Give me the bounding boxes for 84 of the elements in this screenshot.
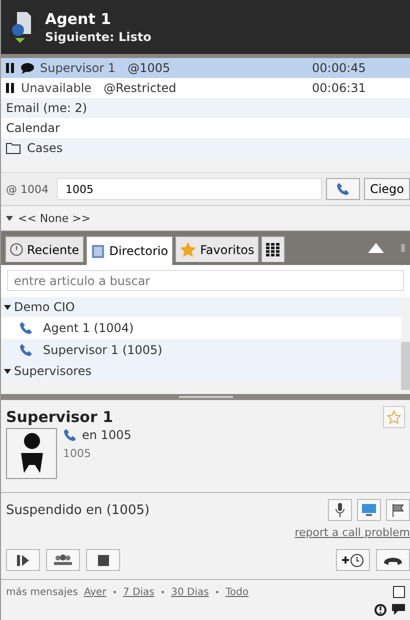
add-time-button[interactable] — [336, 549, 370, 571]
group-label: Demo CIO — [14, 300, 75, 314]
phone-icon — [19, 343, 33, 357]
resume-button[interactable] — [6, 549, 40, 571]
search-field[interactable]: entre articulo a buscar — [7, 270, 404, 291]
separator-dot: • — [160, 588, 166, 596]
session-row[interactable]: Unavailable @Restricted 00:06:31 — [1, 78, 410, 98]
checkbox[interactable] — [393, 586, 405, 598]
session-timer: 00:06:31 — [312, 81, 366, 95]
group-row[interactable]: Supervisores — [1, 361, 401, 381]
phone-icon — [336, 182, 350, 196]
report-problem-link[interactable]: report a call problem — [294, 526, 410, 539]
contact-name: Supervisor 1 — [6, 408, 113, 426]
session-row[interactable]: Email (me: 2) — [1, 98, 410, 118]
caret-icon — [4, 368, 11, 374]
play-icon — [17, 554, 29, 566]
contact-number: 1005 — [63, 447, 92, 460]
contact-row[interactable]: Agent 1 (1004) — [1, 317, 401, 339]
speech-bubble-icon[interactable] — [392, 604, 405, 615]
screen-button[interactable] — [357, 499, 381, 521]
hang-up-button[interactable] — [376, 549, 410, 571]
folder-icon — [6, 142, 21, 154]
history-link[interactable]: 30 Dias — [171, 586, 209, 598]
flag-icon — [392, 504, 404, 516]
flag-button[interactable] — [386, 499, 410, 521]
handset-icon — [384, 556, 402, 564]
transfer-field[interactable]: 1005 — [56, 178, 322, 200]
stop-button[interactable] — [86, 549, 120, 571]
separator-dot: • — [112, 588, 118, 596]
grip-icon[interactable] — [400, 243, 406, 253]
stop-icon — [98, 554, 108, 566]
scrollbar[interactable] — [401, 342, 410, 390]
phone-icon — [63, 428, 77, 442]
caret-icon — [6, 216, 13, 220]
session-row[interactable]: Cases — [1, 138, 410, 158]
session-label: Cases — [27, 141, 63, 155]
directory-tab[interactable]: Directorio — [86, 236, 174, 265]
microphone-icon — [335, 503, 345, 517]
agent-name: Agent 1 — [45, 10, 112, 28]
session-row[interactable]: Supervisor 1 @1005 00:00:45 — [1, 58, 410, 78]
session-label: Email (me: 2) — [6, 101, 88, 115]
session-label: Supervisor 1 — [40, 61, 116, 75]
session-timer: 00:00:45 — [312, 61, 366, 75]
clock-icon — [10, 243, 23, 256]
mute-button[interactable] — [328, 499, 352, 521]
avatar — [6, 428, 57, 479]
collapse-arrow-icon[interactable] — [368, 243, 384, 253]
history-link[interactable]: 7 Dias — [123, 586, 154, 598]
history-link[interactable]: Todo — [226, 586, 249, 598]
session-label: Calendar — [6, 121, 60, 135]
session-address: @1005 — [128, 61, 170, 75]
transfer-call-button[interactable] — [326, 178, 360, 200]
directory-tab[interactable]: Reciente — [5, 236, 84, 262]
session-label: Unavailable — [21, 81, 92, 95]
next-status: Siguiente: Listo — [45, 30, 152, 44]
star-icon — [387, 410, 401, 424]
alert-icon[interactable] — [374, 604, 387, 616]
people-icon — [53, 554, 73, 566]
group-row[interactable]: Demo CIO — [1, 297, 401, 317]
group-label: Supervisores — [14, 364, 92, 378]
speech-bubble-icon — [21, 62, 34, 74]
plus-clock-icon — [342, 552, 364, 568]
extension-label: @ 1004 — [6, 182, 48, 196]
session-address: @Restricted — [104, 81, 176, 95]
contact-label: Supervisor 1 (1005) — [43, 343, 162, 357]
keypad-icon — [266, 242, 280, 256]
blind-transfer-button[interactable]: Ciego — [364, 178, 410, 200]
history-link[interactable]: Ayer — [84, 586, 106, 598]
phone-icon — [19, 321, 33, 335]
monitor-icon — [362, 504, 376, 516]
directory-tab[interactable] — [261, 236, 286, 262]
conference-button[interactable] — [46, 549, 80, 571]
agent-icon — [11, 10, 33, 44]
directory-tab[interactable]: Favoritos — [175, 236, 260, 262]
separator-dot: • — [214, 588, 220, 596]
session-row[interactable]: Calendar — [1, 118, 410, 138]
contact-status: en 1005 — [82, 428, 132, 442]
more-messages-label: más mensajes — [6, 586, 78, 598]
caret-icon — [4, 304, 11, 310]
star-icon — [180, 242, 196, 257]
splitter-handle[interactable] — [178, 396, 232, 398]
call-status: Suspendido en (1005) — [6, 502, 150, 518]
contact-row[interactable]: Supervisor 1 (1005) — [1, 339, 401, 361]
contact-label: Agent 1 (1004) — [43, 321, 134, 335]
